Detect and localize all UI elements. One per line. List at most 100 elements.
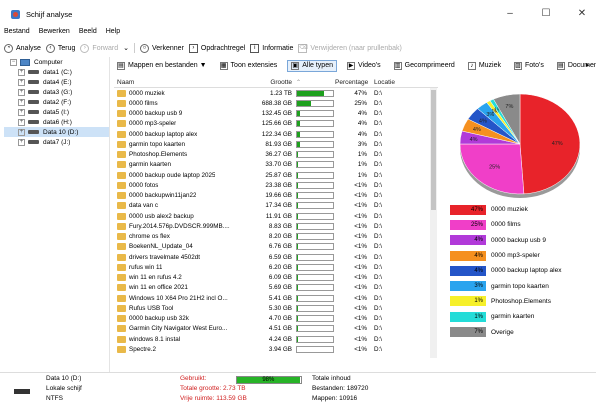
table-row[interactable]: Fury.2014.576p.DVDSCR.999MB.... 8.83 GB <1… [114, 221, 438, 231]
table-row[interactable]: Photoshop.Elements 36.27 GB 1% D:\ [114, 150, 438, 160]
table-row[interactable]: Windows 10 X64 Pro 21H2 incl O... 5.41 GB… [114, 293, 438, 303]
table-row[interactable]: 0000 mp3-speler 125.66 GB 4% D:\ [114, 119, 438, 129]
legend-label: garmin topo kaarten [491, 282, 549, 290]
row-location: D:\ [374, 345, 383, 353]
back-button[interactable]: ‹ Terug [45, 43, 75, 53]
table-row[interactable]: 0000 fotos 23.38 GB <1% D:\ [114, 180, 438, 190]
tab-all-types[interactable]: ▣ Alle typen [287, 59, 337, 72]
table-row[interactable]: rufus win 11 6.20 GB <1% D:\ [114, 262, 438, 272]
expand-icon[interactable]: + [18, 78, 25, 86]
row-percentage-fill [297, 111, 301, 117]
legend-percentage: 47% [470, 206, 483, 213]
row-bar-cell [295, 274, 335, 282]
forward-button[interactable]: › Forward [80, 43, 118, 53]
column-percentage[interactable]: Percentage [335, 79, 370, 86]
table-row[interactable]: win 11 en rufus 4.2 6.09 GB <1% D:\ [114, 273, 438, 283]
explorer-button[interactable]: ○ Verkenner [139, 43, 184, 53]
tree-drive-item[interactable]: + data1 (C:) [4, 67, 109, 77]
row-location: D:\ [374, 192, 383, 200]
table-row[interactable]: chrome os flex 8.20 GB <1% D:\ [114, 232, 438, 242]
table-row[interactable]: drivers travelmate 4502dt 6.59 GB <1% D:\ [114, 252, 438, 262]
status-drive-name: Data 10 (D:) [46, 375, 82, 382]
expand-icon[interactable]: + [18, 128, 25, 136]
row-location: D:\ [374, 294, 383, 302]
table-row[interactable]: Rufus USB Tool 5.30 GB <1% D:\ [114, 303, 438, 313]
tree-drive-item[interactable]: + Data 10 (D:) [4, 127, 109, 137]
tree-drive-item[interactable]: + data5 (I:) [4, 107, 109, 117]
analyse-button[interactable]: ◔ Analyse [4, 43, 41, 53]
row-location: D:\ [374, 274, 383, 282]
menu-beeld[interactable]: Beeld [79, 28, 97, 40]
table-row[interactable]: garmin topo kaarten 81.93 GB 3% D:\ [114, 139, 438, 149]
tree-drive-label: data2 (F:) [43, 98, 72, 106]
table-row[interactable]: 0000 backup usb 32k 4.70 GB <1% D:\ [114, 314, 438, 324]
scrollbar-thumb[interactable] [431, 90, 436, 210]
legend-label: 0000 muziek [491, 206, 528, 214]
command-line-button[interactable]: › Opdrachtregel [188, 43, 245, 53]
table-row[interactable]: 0000 films 688.38 GB 25% D:\ [114, 98, 438, 108]
tree-drive-item[interactable]: + data4 (E:) [4, 77, 109, 87]
row-percentage-bar [296, 304, 334, 312]
row-name-cell: windows 8.1 instal [114, 335, 254, 343]
row-location: D:\ [374, 284, 383, 292]
tab-photo[interactable]: ▨ Foto's [511, 61, 547, 71]
collapse-icon[interactable]: − [10, 58, 17, 66]
column-size[interactable]: Grootte [254, 79, 295, 86]
table-row[interactable]: win 11 en office 2021 5.69 GB <1% D:\ [114, 283, 438, 293]
tab-compressed[interactable]: ▥ Gecomprimeerd [391, 61, 458, 71]
row-size: 5.30 GB [268, 304, 292, 312]
expand-icon[interactable]: + [18, 88, 25, 96]
expand-icon[interactable]: + [18, 118, 25, 126]
table-row[interactable]: 0000 backupwin11jan22 19.66 GB <1% D:\ [114, 191, 438, 201]
column-location[interactable]: Locatie [370, 79, 430, 86]
table-row[interactable]: Garmin City Navigator West Euro... 4.51 G… [114, 324, 438, 334]
delete-button[interactable]: ⌫ Verwijderen (naar prullenbak) [298, 43, 402, 53]
row-size: 19.66 GB [265, 192, 292, 200]
expand-icon[interactable]: + [18, 108, 25, 116]
expand-icon[interactable]: + [18, 68, 25, 76]
legend-label: 0000 backup usb 9 [491, 236, 546, 244]
tree-drive-item[interactable]: + data3 (G:) [4, 87, 109, 97]
legend-label: 0000 backup laptop alex [491, 267, 562, 275]
table-row[interactable]: 0000 backup usb 9 132.45 GB 4% D:\ [114, 109, 438, 119]
tab-folders[interactable]: ▤ Mappen en bestanden ▼ [114, 61, 210, 71]
table-row[interactable]: 0000 usb alex2 backup 11.91 GB <1% D:\ [114, 211, 438, 221]
expand-icon[interactable]: + [18, 138, 25, 146]
tree-drive-item[interactable]: + data7 (J:) [4, 137, 109, 147]
minimize-button[interactable]: – [504, 8, 516, 20]
row-name: garmin kaarten [129, 161, 171, 169]
tree-computer[interactable]: − Computer [4, 57, 109, 67]
menu-bestand[interactable]: Bestand [4, 28, 30, 40]
analyse-label: Analyse [16, 44, 41, 52]
menu-help[interactable]: Help [106, 28, 120, 40]
table-row[interactable]: 0000 backup laptop alex 122.34 GB 4% D:\ [114, 129, 438, 139]
close-button[interactable]: ✕ [576, 8, 588, 20]
table-row[interactable]: 0000 muziek 1.23 TB 47% D:\ [114, 88, 438, 98]
legend-percentage: 4% [474, 267, 483, 274]
tab-music[interactable]: ♪ Muziek [465, 61, 504, 71]
row-name-cell: 0000 usb alex2 backup [114, 212, 254, 220]
table-row[interactable]: windows 8.1 instal 4.24 GB <1% D:\ [114, 334, 438, 344]
table-row[interactable]: garmin kaarten 33.70 GB 1% D:\ [114, 160, 438, 170]
expand-icon[interactable]: + [18, 98, 25, 106]
row-percentage: <1% [354, 274, 367, 282]
info-button[interactable]: i Informatie [250, 43, 293, 53]
maximize-button[interactable]: ☐ [540, 8, 552, 20]
list-scrollbar[interactable] [430, 88, 437, 358]
table-row[interactable]: 0000 backup oude laptop 2025 25.87 GB 1% D:… [114, 170, 438, 180]
tree-drive-item[interactable]: + data2 (F:) [4, 97, 109, 107]
menu-bewerken[interactable]: Bewerken [39, 28, 70, 40]
table-row[interactable]: Spectre.2 3.94 GB <1% D:\ [114, 344, 438, 354]
tree-drive-item[interactable]: + data6 (H:) [4, 117, 109, 127]
tabs-overflow-arrow[interactable]: ▸ [586, 61, 590, 69]
table-row[interactable]: data van c 17.34 GB <1% D:\ [114, 201, 438, 211]
pie-slice[interactable] [519, 93, 581, 195]
column-name[interactable]: Naam [114, 79, 254, 86]
legend-swatch: 4% [450, 235, 486, 246]
table-row[interactable]: BoekenNL_Update_04 6.76 GB <1% D:\ [114, 242, 438, 252]
legend-item: 1% garmin kaarten [450, 309, 592, 324]
music-icon: ♪ [467, 61, 476, 70]
tab-video[interactable]: ▶ Video's [344, 61, 384, 71]
tab-extensions[interactable]: ▦ Toon extensies [217, 61, 281, 71]
chevron-down-icon[interactable]: ⌄ [123, 44, 129, 52]
